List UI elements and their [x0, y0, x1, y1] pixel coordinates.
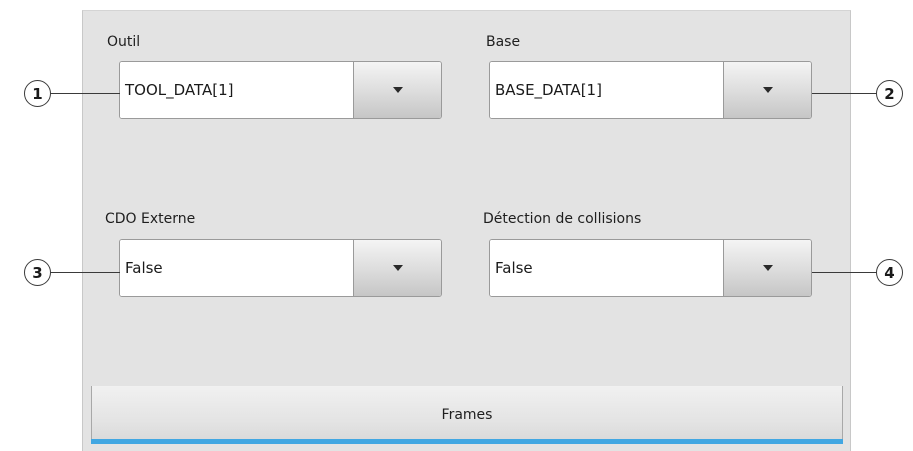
callout-1: 1 [24, 80, 51, 107]
callout-leader-2 [812, 93, 878, 94]
base-label: Base [486, 34, 521, 50]
callout-leader-1 [50, 93, 120, 94]
base-dropdown[interactable]: BASE_DATA[1] [489, 61, 812, 119]
callout-2: 2 [876, 80, 903, 107]
triangle-down-icon [762, 87, 773, 93]
callout-leader-3 [50, 272, 120, 273]
collision-detection-label: Détection de collisions [483, 211, 642, 227]
external-tcp-label: CDO Externe [105, 211, 196, 227]
triangle-down-icon [392, 87, 403, 93]
tab-frames-label: Frames [441, 407, 493, 423]
collision-detection-dropdown-value[interactable]: False [490, 240, 723, 296]
tool-dropdown-button[interactable] [353, 62, 441, 118]
callout-leader-4 [812, 272, 878, 273]
callout-4: 4 [876, 259, 903, 286]
base-dropdown-button[interactable] [723, 62, 811, 118]
external-tcp-dropdown-value[interactable]: False [120, 240, 353, 296]
external-tcp-dropdown-button[interactable] [353, 240, 441, 296]
triangle-down-icon [762, 265, 773, 271]
tab-frames[interactable]: Frames [91, 386, 843, 444]
collision-detection-dropdown[interactable]: False [489, 239, 812, 297]
callout-3: 3 [24, 259, 51, 286]
collision-detection-dropdown-button[interactable] [723, 240, 811, 296]
tool-label: Outil [107, 34, 141, 50]
base-dropdown-value[interactable]: BASE_DATA[1] [490, 62, 723, 118]
tool-dropdown-value[interactable]: TOOL_DATA[1] [120, 62, 353, 118]
external-tcp-dropdown[interactable]: False [119, 239, 442, 297]
tab-active-indicator [91, 439, 843, 444]
tool-dropdown[interactable]: TOOL_DATA[1] [119, 61, 442, 119]
triangle-down-icon [392, 265, 403, 271]
